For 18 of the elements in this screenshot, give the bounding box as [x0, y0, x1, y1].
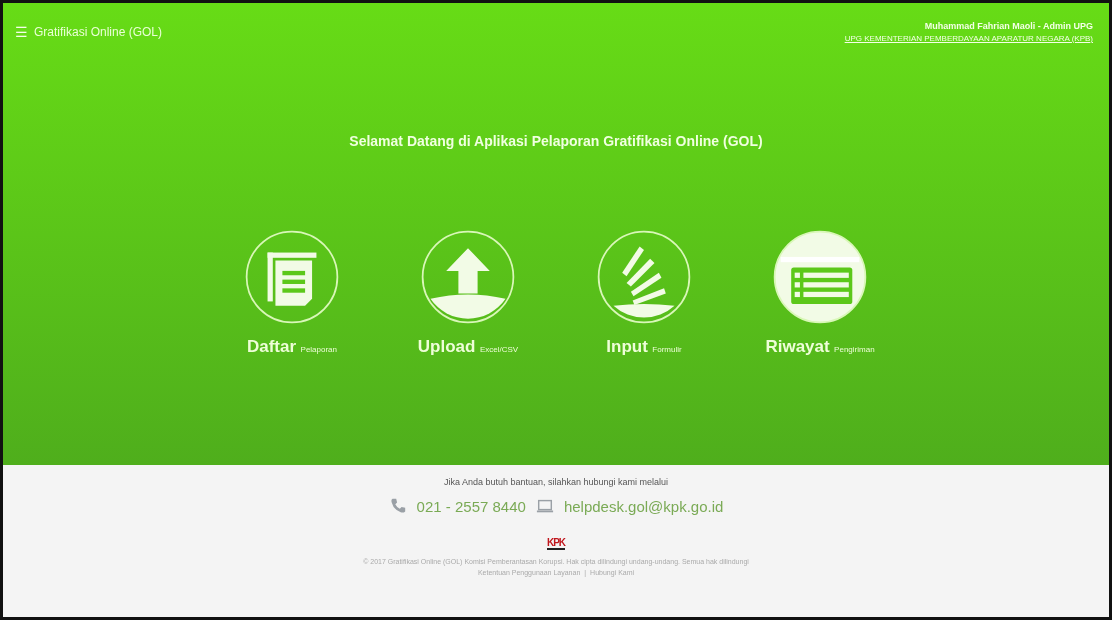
kpk-logo: KPK	[546, 537, 566, 550]
document-list-icon[interactable]	[244, 229, 340, 325]
pencil-strokes-icon[interactable]	[596, 229, 692, 325]
action-link[interactable]: Daftar Pelaporan	[246, 337, 338, 357]
app-title: Gratifikasi Online (GOL)	[34, 25, 163, 39]
action-link[interactable]: Riwayat Pengiriman	[765, 337, 875, 357]
menu-button[interactable]: ☰	[15, 24, 28, 40]
action-link[interactable]: Upload Excel/CSV	[417, 337, 519, 357]
list-card-icon[interactable]	[772, 229, 868, 325]
help-text: Jika Anda butuh bantuan, silahkan hubungi kami melalui	[443, 477, 669, 487]
laptop-icon	[535, 497, 554, 515]
email-link[interactable]: helpdesk.gol@kpk.go.id	[563, 497, 724, 515]
phone-number: 021 - 2557 8440	[416, 497, 526, 515]
user-name[interactable]: Muhammad Fahrian Maoli - Admin UPG	[924, 21, 1093, 31]
action-link[interactable]: Input Formulir	[606, 337, 682, 357]
welcome-heading: Selamat Datang di Aplikasi Pelaporan Gratifikasi Online (GOL)	[348, 133, 764, 149]
unit-name: UPG KEMENTERIAN PEMBERDAYAAN APARATUR NEGARA (KPB)	[844, 34, 1093, 43]
phone-icon	[388, 497, 407, 515]
